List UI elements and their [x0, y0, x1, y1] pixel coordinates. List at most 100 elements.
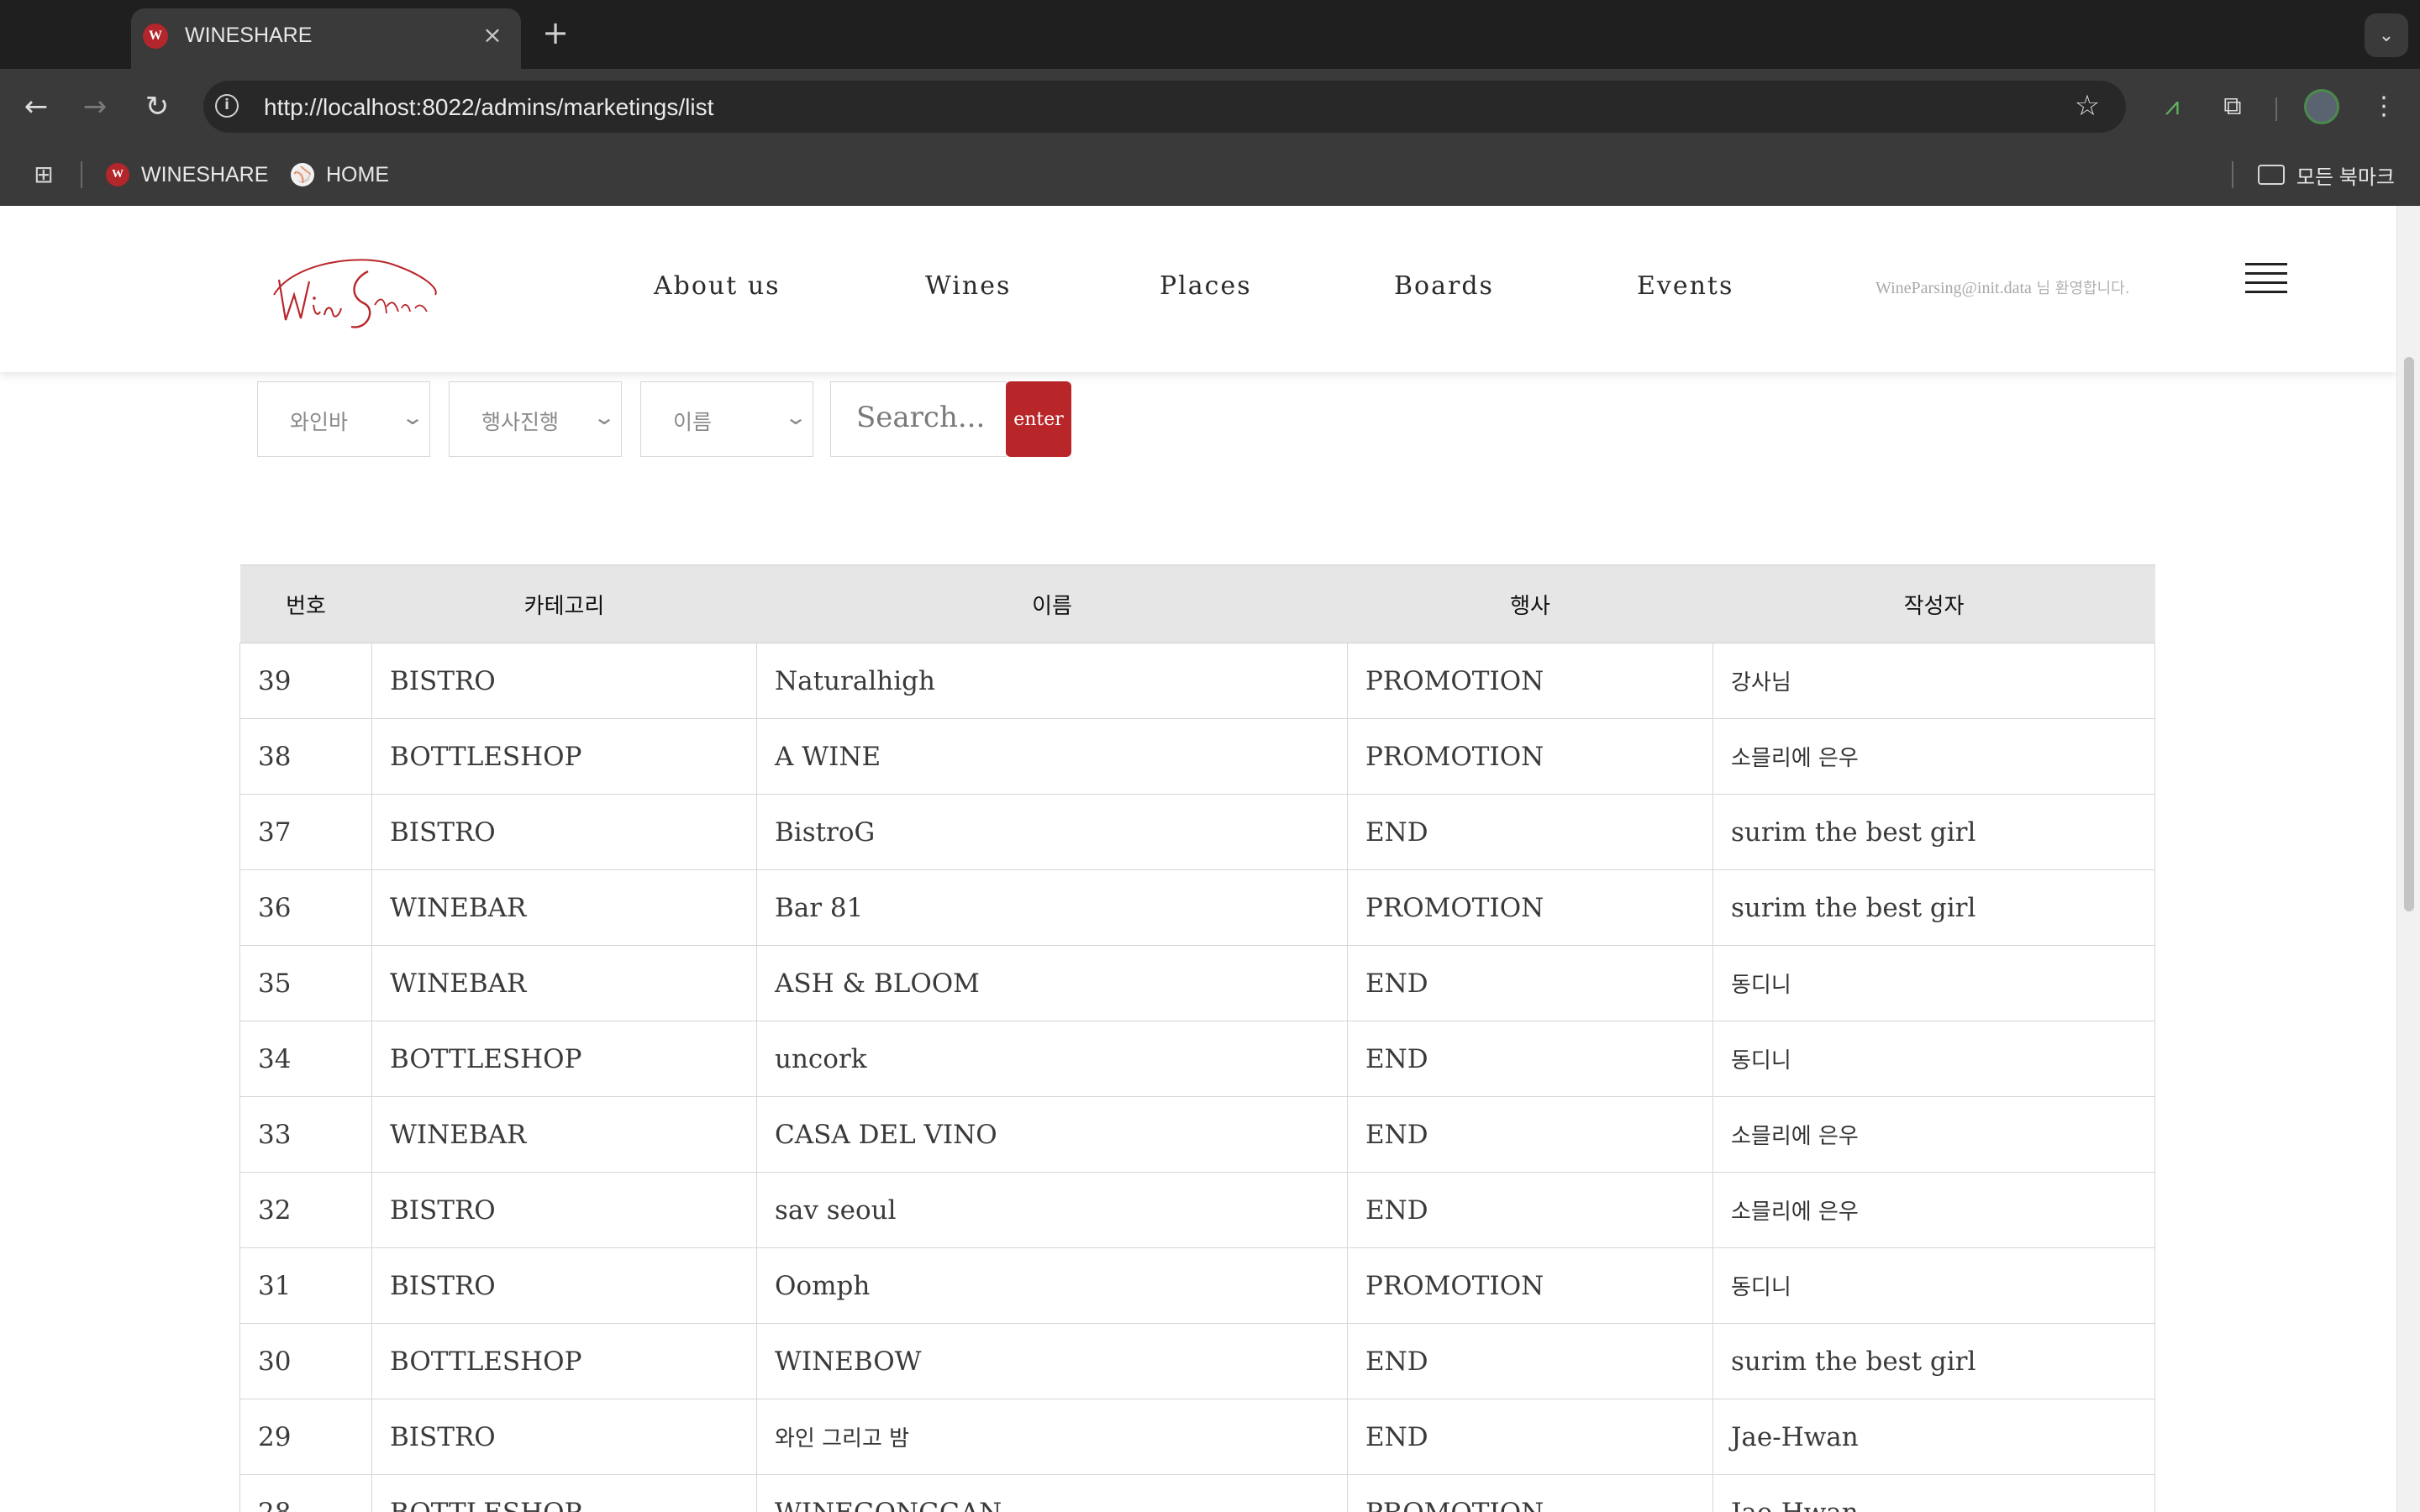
cell-category: WINEBAR [371, 869, 757, 946]
cell-event: END [1347, 1096, 1713, 1173]
cell-number: 29 [239, 1399, 372, 1475]
cell-category: BOTTLESHOP [371, 1021, 757, 1097]
cell-name[interactable]: CASA DEL VINO [756, 1096, 1348, 1173]
column-header-event: 행사 [1347, 564, 1713, 643]
profile-avatar[interactable] [2304, 89, 2339, 124]
cell-name[interactable]: Naturalhigh [756, 643, 1348, 719]
site-info-icon[interactable]: i [215, 94, 239, 118]
chevron-down-icon: ⌄ [783, 406, 808, 429]
cell-author: 동디니 [1712, 1247, 2155, 1324]
cell-number: 37 [239, 794, 372, 870]
cell-category: BOTTLESHOP [371, 718, 757, 795]
cell-name[interactable]: A WINE [756, 718, 1348, 795]
enter-button[interactable]: enter [1006, 381, 1071, 457]
extension-activity-icon[interactable]: ⩘ [2153, 87, 2191, 126]
user-email[interactable]: WineParsing@init.data [1876, 279, 2032, 297]
cell-name[interactable]: uncork [756, 1021, 1348, 1097]
extensions-puzzle-icon[interactable]: ⧉ [2213, 87, 2252, 126]
apps-grid-icon[interactable]: ⊞ [30, 161, 57, 188]
cell-author: surim the best girl [1712, 1323, 2155, 1399]
forward-arrow-icon[interactable]: → [76, 87, 114, 126]
cell-author: Jae-Hwan [1712, 1399, 2155, 1475]
cell-category: BISTRO [371, 1399, 757, 1475]
bookmark-star-icon[interactable]: ☆ [2069, 87, 2106, 124]
page-scrollbar[interactable] [2396, 206, 2420, 1512]
marketing-table: 번호 카테고리 이름 행사 작성자 39 BISTRO Naturalhigh PRO… [239, 564, 2155, 1512]
close-tab-icon[interactable]: × [479, 22, 506, 49]
nav-events[interactable]: Events [1637, 271, 1733, 301]
new-tab-icon[interactable]: + [539, 17, 571, 49]
cell-category: WINEBAR [371, 1096, 757, 1173]
table-row[interactable]: 28BOTTLESHOPWINEGONGGANPROMOTIONJae-Hwan [239, 1474, 2155, 1512]
cell-event: END [1347, 1172, 1713, 1248]
bookmark-wineshare[interactable]: W WINESHARE [106, 160, 268, 190]
search-box [830, 381, 1007, 457]
reload-icon[interactable]: ↻ [138, 87, 176, 126]
bookmarks-bar: ⊞ W WINESHARE ⚾ HOME 모든 북마크 [0, 144, 2420, 206]
cell-name[interactable]: WINEGONGGAN [756, 1474, 1348, 1512]
cell-name[interactable]: WINEBOW [756, 1323, 1348, 1399]
table-row[interactable]: 38 BOTTLESHOP A WINE PROMOTION 소믈리에 은우 [239, 718, 2155, 795]
table-row[interactable]: 30 BOTTLESHOP WINEBOW END surim the best gir… [239, 1323, 2155, 1399]
cell-author: surim the best girl [1712, 794, 2155, 870]
table-row[interactable]: 35 WINEBAR ASH & BLOOM END 동디니 [239, 945, 2155, 1021]
category-select[interactable]: 와인바 ⌄ [257, 381, 430, 457]
cell-author: surim the best girl [1712, 869, 2155, 946]
cell-event: PROMOTION [1347, 643, 1713, 719]
table-row[interactable]: 31 BISTRO Oomph PROMOTION 동디니 [239, 1247, 2155, 1324]
cell-event: END [1347, 945, 1713, 1021]
column-header-category: 카테고리 [371, 564, 757, 643]
cell-name[interactable]: Bar 81 [756, 869, 1348, 946]
event-status-select[interactable]: 행사진행 ⌄ [449, 381, 622, 457]
column-header-author: 작성자 [1712, 564, 2155, 643]
browser-menu-icon[interactable]: ⋮ [2365, 87, 2403, 126]
folder-icon [2257, 165, 2285, 185]
cell-name[interactable]: Oomph [756, 1247, 1348, 1324]
cell-event: PROMOTION [1347, 1474, 1713, 1512]
bookmarks-divider [81, 161, 82, 188]
wineshare-logo[interactable] [267, 246, 444, 339]
search-field-select-value: 이름 [673, 410, 713, 434]
scrollbar-thumb[interactable] [2404, 357, 2414, 911]
table-row[interactable]: 37 BISTRO BistroG END surim the best girl [239, 794, 2155, 870]
all-bookmarks[interactable]: 모든 북마크 [2257, 160, 2395, 190]
table-row[interactable]: 32 BISTRO sav seoul END 소믈리에 은우 [239, 1172, 2155, 1248]
nav-boards[interactable]: Boards [1394, 271, 1494, 301]
table-row[interactable]: 34 BOTTLESHOP uncork END 동디니 [239, 1021, 2155, 1097]
browser-toolbar: ← → ↻ i http://localhost:8022/admins/mar… [0, 69, 2420, 144]
cell-name[interactable]: ASH & BLOOM [756, 945, 1348, 1021]
welcome-message: WineParsing@init.data 님 환영합니다. [1876, 276, 2129, 298]
browser-tab[interactable]: W WINESHARE × [131, 8, 521, 69]
nav-wines[interactable]: Wines [925, 271, 1011, 301]
cell-name[interactable]: 와인 그리고 밤 [756, 1399, 1348, 1475]
toolbar-divider [2275, 97, 2277, 121]
url-text[interactable]: http://localhost:8022/admins/marketings/… [264, 94, 713, 121]
cell-event: PROMOTION [1347, 718, 1713, 795]
column-header-number: 번호 [239, 564, 372, 643]
cell-name[interactable]: sav seoul [756, 1172, 1348, 1248]
cell-category: BOTTLESHOP [371, 1474, 757, 1512]
address-bar[interactable]: i http://localhost:8022/admins/marketing… [203, 81, 2126, 133]
nav-places[interactable]: Places [1160, 271, 1252, 301]
cell-event: END [1347, 1323, 1713, 1399]
cell-number: 33 [239, 1096, 372, 1173]
table-row[interactable]: 29 BISTRO 와인 그리고 밤 END Jae-Hwan [239, 1399, 2155, 1475]
nav-about-us[interactable]: About us [654, 271, 781, 301]
table-row[interactable]: 33 WINEBAR CASA DEL VINO END 소믈리에 은우 [239, 1096, 2155, 1173]
site-header: About us Wines Places Boards Events Wine… [0, 206, 2396, 372]
table-row[interactable]: 39 BISTRO Naturalhigh PROMOTION 강사님 [239, 643, 2155, 719]
bookmark-home[interactable]: ⚾ HOME [291, 160, 389, 190]
chevron-down-icon: ⌄ [592, 406, 617, 429]
cell-author: Jae-Hwan [1712, 1474, 2155, 1512]
back-arrow-icon[interactable]: ← [17, 87, 55, 126]
search-input[interactable] [856, 401, 999, 434]
cell-author: 소믈리에 은우 [1712, 1096, 2155, 1173]
search-field-select[interactable]: 이름 ⌄ [640, 381, 813, 457]
table-row[interactable]: 36 WINEBAR Bar 81 PROMOTION surim the best g… [239, 869, 2155, 946]
cell-category: BOTTLESHOP [371, 1323, 757, 1399]
category-select-value: 와인바 [290, 410, 349, 434]
cell-author: 동디니 [1712, 945, 2155, 1021]
tab-search-chevron-icon[interactable]: ⌄ [2365, 13, 2408, 57]
hamburger-menu-icon[interactable] [2245, 263, 2287, 297]
cell-name[interactable]: BistroG [756, 794, 1348, 870]
